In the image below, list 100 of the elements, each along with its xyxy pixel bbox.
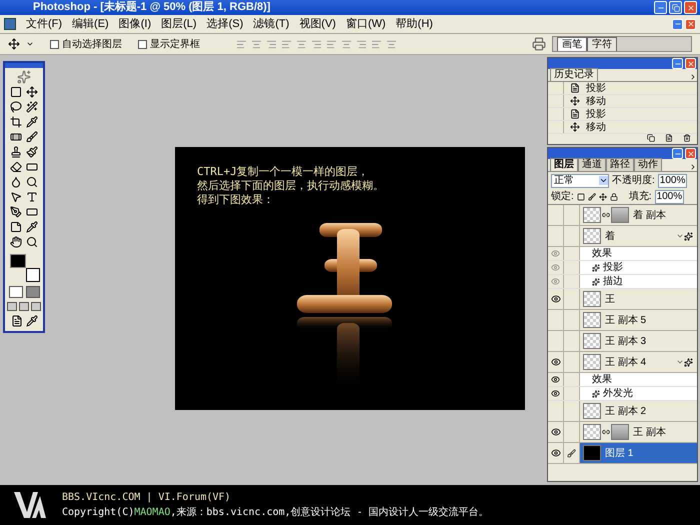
stamp-icon[interactable]: [10, 146, 22, 158]
menu-item[interactable]: 图像(I): [118, 16, 152, 32]
pen-icon[interactable]: [10, 206, 22, 218]
menu-item[interactable]: 视图(V): [299, 16, 336, 32]
restore-button[interactable]: [669, 1, 682, 14]
zoom-icon[interactable]: [26, 236, 38, 248]
pointer-icon[interactable]: [10, 191, 22, 203]
marquee-icon[interactable]: [10, 86, 22, 98]
close-icon: [686, 4, 694, 12]
lock-brush-icon[interactable]: [588, 192, 596, 200]
magnifier-icon[interactable]: [26, 176, 38, 188]
panel-tab[interactable]: 通道: [578, 158, 606, 171]
checkbox[interactable]: [138, 40, 147, 48]
eye-icon[interactable]: [551, 375, 560, 384]
minimize-button[interactable]: [654, 1, 667, 14]
history-item[interactable]: 投影: [548, 108, 697, 121]
close-button[interactable]: [685, 18, 696, 30]
quick-mask-icon[interactable]: [26, 286, 40, 298]
crop-icon[interactable]: [10, 116, 22, 128]
move-icon[interactable]: [26, 86, 38, 98]
menu-item[interactable]: 窗口(W): [346, 16, 386, 32]
type-icon[interactable]: [26, 191, 38, 203]
eye-icon[interactable]: [550, 357, 560, 367]
layer-row[interactable]: 王 副本 4: [548, 352, 697, 373]
standard-mode-icon[interactable]: [8, 286, 22, 298]
panel-menu-icon[interactable]: [689, 73, 697, 81]
eye-icon[interactable]: [550, 448, 560, 458]
opacity-label: 不透明度:: [612, 174, 655, 188]
effect-row[interactable]: 投影: [548, 261, 697, 275]
menu-item[interactable]: 选择(S): [206, 16, 244, 32]
opacity-field[interactable]: 100%: [658, 174, 688, 188]
move-icon: [570, 122, 580, 132]
effect-row[interactable]: 外发光: [548, 387, 697, 401]
layer-name: 着: [605, 230, 615, 244]
effect-row[interactable]: 描边: [548, 275, 697, 289]
panel-tab[interactable]: 路径: [606, 158, 634, 171]
palette-tab[interactable]: 画笔: [557, 37, 587, 51]
layer-row[interactable]: 王: [548, 289, 697, 310]
lock-icon[interactable]: [610, 192, 618, 200]
close-button[interactable]: [685, 58, 696, 69]
move-tool-icon[interactable]: [8, 38, 20, 50]
expand-icon[interactable]: [676, 358, 684, 366]
eye-icon[interactable]: [550, 294, 560, 304]
expand-icon[interactable]: [676, 232, 684, 240]
menu-item[interactable]: 图层(L): [161, 16, 197, 32]
rectangle-icon[interactable]: [26, 161, 38, 173]
close-button[interactable]: [684, 1, 697, 14]
panel-tab[interactable]: 动作: [634, 158, 662, 171]
layer-name: 王 副本 3: [605, 334, 646, 348]
brush-icon: [567, 448, 576, 458]
history-item[interactable]: 移动: [548, 95, 697, 108]
eraser-icon[interactable]: [10, 161, 22, 173]
menu-item[interactable]: 编辑(E): [72, 16, 109, 32]
close-button[interactable]: [685, 148, 696, 159]
lock-transparency-icon[interactable]: [576, 192, 585, 200]
pipette-icon[interactable]: [26, 221, 38, 233]
fill-field[interactable]: 100%: [654, 190, 684, 204]
wand-icon[interactable]: [26, 101, 38, 113]
minimize-button[interactable]: [672, 58, 683, 69]
foreground-color-swatch[interactable]: [10, 254, 26, 268]
history-tab[interactable]: 历史记录: [550, 68, 598, 81]
eye-icon[interactable]: [550, 427, 560, 437]
minimize-button[interactable]: [672, 148, 683, 159]
bandage-icon[interactable]: [10, 131, 22, 143]
minimize-button[interactable]: [672, 18, 683, 30]
copyright-text: Copyright(C)MAOMAO,来源：bbs.vicnc.com,创意设计论坛 - 国内设计人一级交流平台。: [62, 506, 489, 520]
layer-row[interactable]: 王 副本 5: [548, 310, 697, 331]
menu-item[interactable]: 滤镜(T): [253, 16, 290, 32]
history-item[interactable]: 投影: [548, 82, 697, 95]
checkbox[interactable]: [50, 40, 59, 48]
panel-tab[interactable]: 图层: [550, 158, 578, 171]
brush-icon[interactable]: [26, 146, 38, 158]
snapshot-icon[interactable]: [647, 134, 655, 142]
brush-icon[interactable]: [26, 131, 38, 143]
layer-row[interactable]: 王 副本 3: [548, 331, 697, 352]
eye-icon[interactable]: [551, 389, 560, 398]
palette-tab[interactable]: 字符: [587, 37, 617, 51]
trash-icon[interactable]: [683, 134, 691, 142]
blend-mode-select[interactable]: 正常: [551, 174, 609, 188]
droplet-icon[interactable]: [10, 176, 22, 188]
layer-row[interactable]: 着 副本: [548, 205, 697, 226]
effects-row[interactable]: 效果: [548, 373, 697, 387]
lasso-icon[interactable]: [10, 101, 22, 113]
background-color-swatch[interactable]: [26, 268, 40, 282]
note-icon[interactable]: [10, 221, 22, 233]
layer-name: 王 副本 2: [605, 404, 646, 418]
layer-row[interactable]: 着: [548, 226, 697, 247]
hand-icon[interactable]: [10, 236, 22, 248]
layer-row[interactable]: 王 副本: [548, 422, 697, 443]
pipette-icon[interactable]: [26, 116, 38, 128]
new-document-icon[interactable]: [665, 134, 673, 142]
effects-row[interactable]: 效果: [548, 247, 697, 261]
menu-item[interactable]: 帮助(H): [396, 16, 433, 32]
layer-row[interactable]: 王 副本 2: [548, 401, 697, 422]
layer-row[interactable]: 图层 1: [548, 443, 697, 464]
rectangle-icon[interactable]: [26, 206, 38, 218]
panel-menu-icon[interactable]: [689, 163, 697, 171]
menu-item[interactable]: 文件(F): [26, 16, 62, 32]
lock-position-icon[interactable]: [598, 192, 607, 200]
forum-link[interactable]: BBS.VIcnc.COM | VI.Forum(VF): [62, 490, 489, 505]
